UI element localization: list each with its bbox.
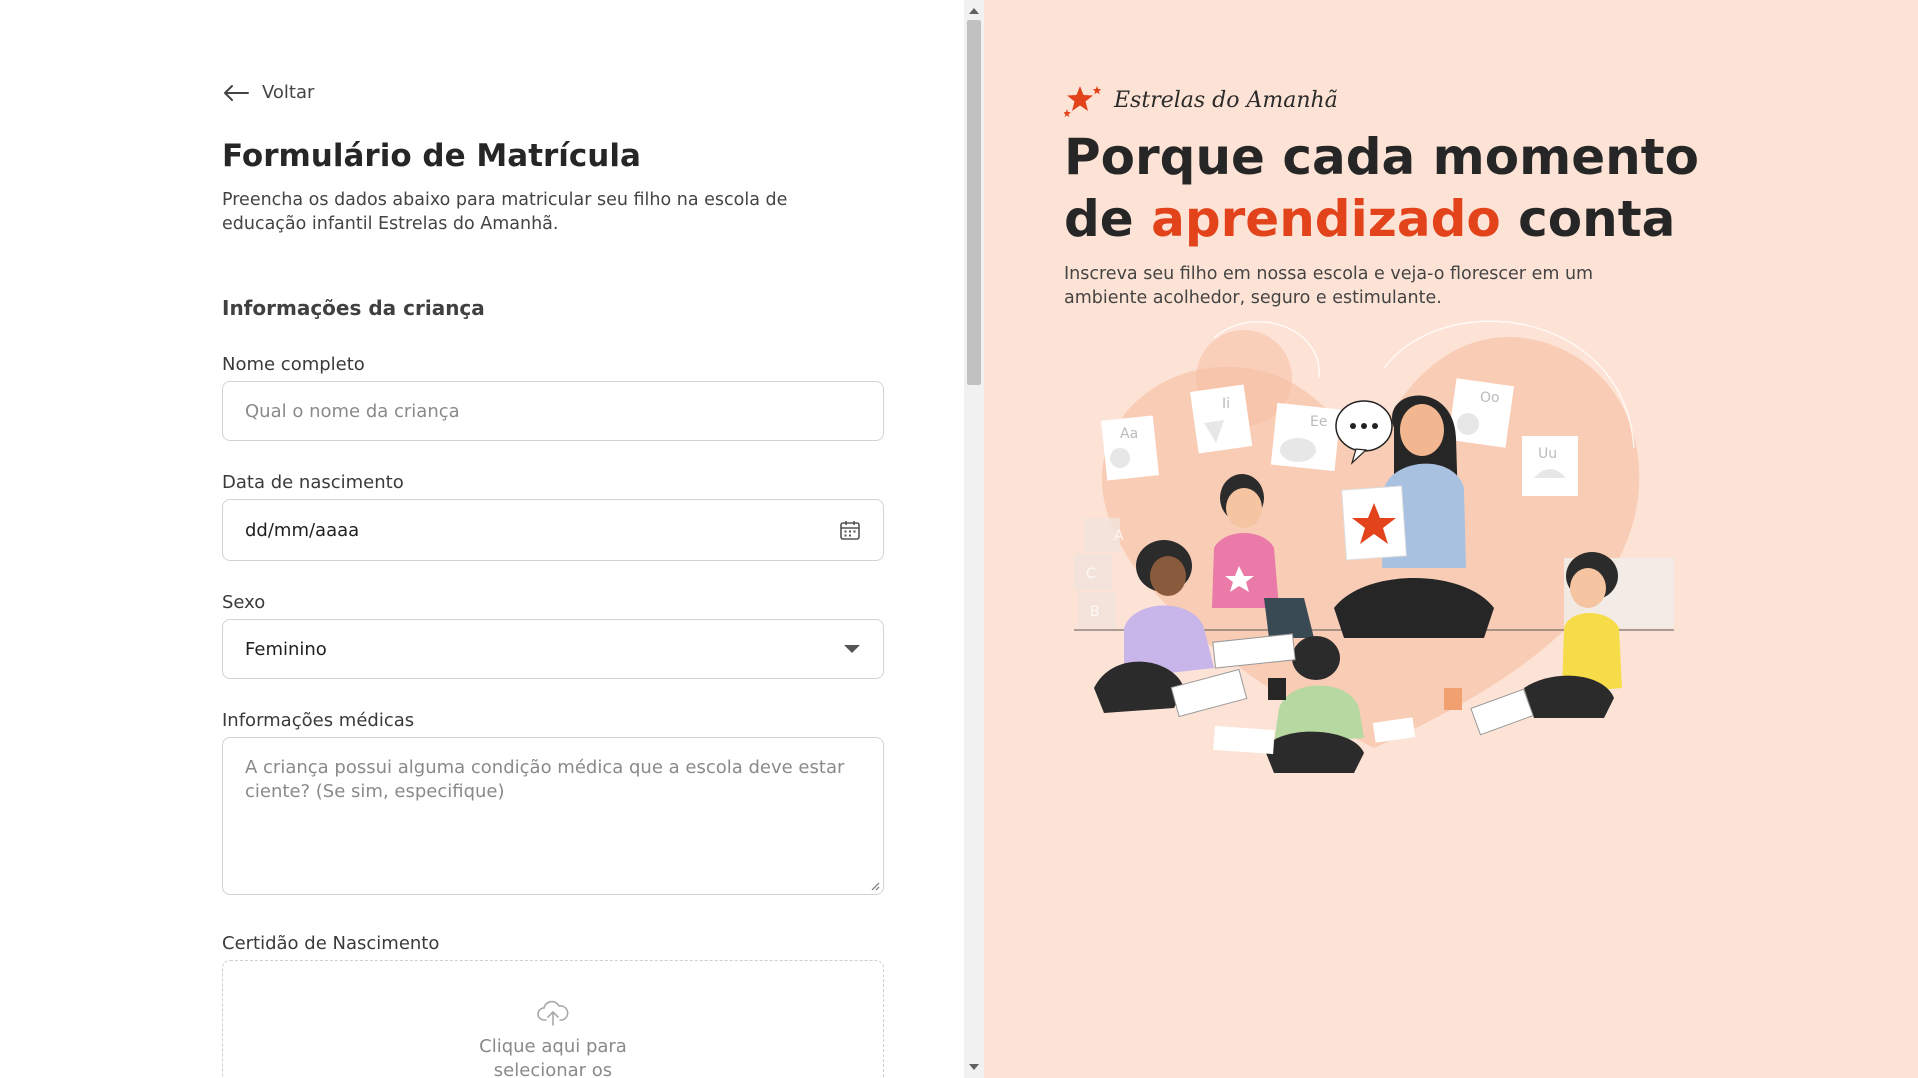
cloud-upload-icon [537,1000,569,1026]
scroll-up-arrow-icon[interactable] [964,2,984,20]
svg-text:B: B [1090,604,1100,620]
form-pane: Voltar Formulário de Matrícula Preencha … [0,0,964,1078]
letter-card-ee: Ee [1270,402,1341,472]
scrollbar-thumb[interactable] [967,20,981,385]
svg-text:Aa: Aa [1120,426,1138,442]
birth-date-label: Data de nascimento [222,472,404,493]
letter-card-ii: Ii [1190,384,1253,454]
abc-blocks: A C B [1074,518,1124,628]
star-poster [1341,485,1407,561]
medical-info-textarea[interactable]: A criança possui alguma condição médica … [222,737,884,895]
birth-date-input[interactable]: dd/mm/aaaa [222,499,884,561]
brand: Estrelas do Amanhã [1064,82,1338,118]
svg-text:A: A [1114,528,1124,544]
vertical-scrollbar[interactable] [964,0,984,1078]
star-logo-icon [1064,86,1102,117]
svg-text:Ee: Ee [1310,414,1327,430]
classroom-illustration: Aa Ii Ee Oo Uu A C B [1074,320,1674,773]
caret-down-icon [844,645,860,653]
resize-handle-icon[interactable] [870,881,880,891]
section-title-child-info: Informações da criança [222,296,485,320]
letter-card-oo: Oo [1447,378,1515,448]
hero-title-accent: aprendizado [1151,190,1501,248]
full-name-input[interactable]: Qual o nome da criança [222,381,884,441]
birth-certificate-upload[interactable]: Clique aqui para selecionar os arquivos [222,960,884,1078]
back-link[interactable]: Voltar [222,82,314,103]
hero-pane: Estrelas do Amanhã Porque cada momento d… [984,0,1918,1078]
scroll-down-arrow-icon[interactable] [964,1058,984,1076]
svg-text:C: C [1086,566,1096,582]
hero-title-part2: conta [1500,190,1676,248]
full-name-placeholder: Qual o nome da criança [245,400,460,422]
sex-label: Sexo [222,592,266,613]
hero-title: Porque cada momento de aprendizado conta [1064,126,1784,250]
birth-certificate-label: Certidão de Nascimento [222,933,440,954]
upload-instructions: Clique aqui para selecionar os arquivos [479,1036,627,1078]
letter-card-aa: Aa [1101,415,1159,481]
svg-text:Ii: Ii [1222,396,1230,412]
sex-selected-value: Feminino [245,638,327,660]
calendar-icon[interactable] [839,519,861,541]
birth-date-value: dd/mm/aaaa [245,519,360,541]
medical-info-placeholder: A criança possui alguma condição médica … [245,757,845,802]
page-title: Formulário de Matrícula [222,138,641,174]
hero-subtitle: Inscreva seu filho em nossa escola e vej… [1064,264,1594,308]
back-label: Voltar [262,82,315,103]
full-name-label: Nome completo [222,354,365,375]
svg-text:Uu: Uu [1538,446,1557,462]
arrow-left-icon [224,84,249,101]
sex-select[interactable]: Feminino [222,619,884,679]
medical-info-label: Informações médicas [222,710,415,731]
page-description: Preencha os dados abaixo para matricular… [222,190,788,234]
brand-name: Estrelas do Amanhã [1114,87,1338,113]
svg-text:Oo: Oo [1480,390,1500,406]
letter-card-uu: Uu [1522,436,1578,496]
